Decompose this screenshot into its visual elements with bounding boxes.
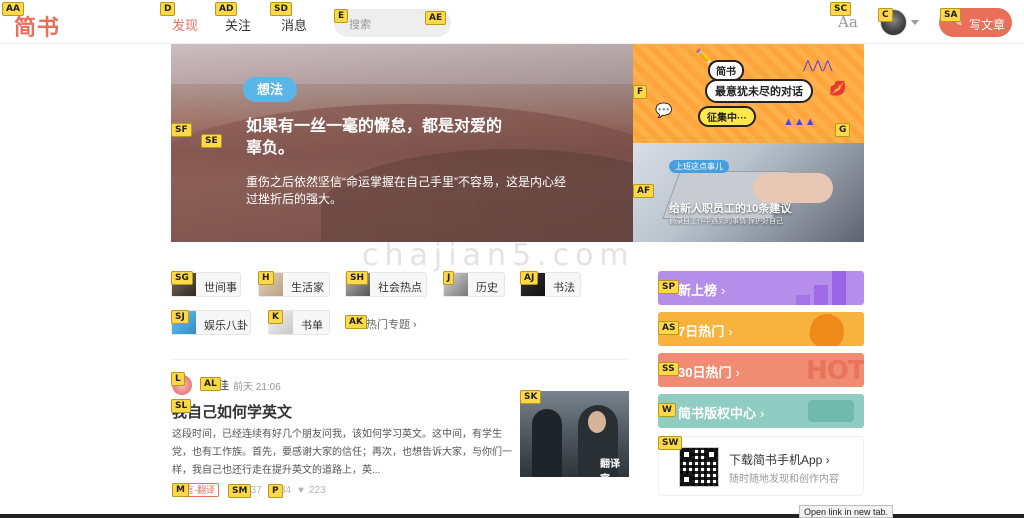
write-article-label: 写文章 (969, 18, 1006, 32)
topic-label: 生活家 (291, 282, 324, 294)
top-navbar: 简书 发现 关注 消息 搜索 Aa ✎ 写文章 (0, 0, 1024, 44)
hint-badge: AJ (520, 271, 539, 285)
hand-image (753, 173, 833, 203)
topic-label: 书法 (553, 282, 575, 294)
divider (171, 359, 628, 360)
hint-badge: AS (658, 321, 680, 335)
topic-label: 世间事 (204, 282, 237, 294)
hint-badge: L (171, 372, 185, 386)
hint-badge: SG (171, 271, 193, 285)
banner-tag: 上班这点事儿 (669, 160, 729, 173)
lips-icon: 💋 (829, 80, 847, 96)
hint-badge: SS (658, 362, 679, 376)
hint-badge: AL (200, 377, 221, 391)
ranking-label: 7日热门 › (678, 324, 733, 339)
ranking-30day[interactable]: HOT 30日热门 › (658, 353, 864, 387)
like-count: 223 (309, 485, 326, 496)
hint-badge: J (443, 271, 455, 285)
topic-label: 社会热点 (378, 282, 422, 294)
hint-badge: M (172, 483, 189, 497)
hint-badge: SL (171, 399, 192, 413)
hint-badge: SF (171, 123, 192, 137)
hint-badge: SA (940, 8, 962, 22)
zigzag-icon: ⋀⋀⋀ (803, 58, 833, 72)
banner-tag: 想法 (243, 77, 297, 102)
site-watermark: chajian5.com (362, 238, 635, 273)
ranking-new[interactable]: 新上榜 › (658, 271, 864, 305)
banner-status: 征集中··· (698, 106, 756, 127)
hint-badge: D (160, 2, 176, 16)
hint-badge: H (258, 271, 274, 285)
hint-badge: AF (633, 184, 655, 198)
ranking-7day[interactable]: 7日热门 › (658, 312, 864, 346)
article-excerpt: 这段时间，已经连续有好几个朋友问我，该如何学习英文。这中间，有学生党，也有工作族… (172, 429, 512, 476)
banner-main[interactable]: 想法 如果有一丝一毫的懈怠，都是对爱的辜负。 重伤之后依然坚信“命运掌握在自己手… (171, 44, 633, 242)
search-input[interactable]: 搜索 (349, 16, 371, 32)
post-time: 前天 21:06 (233, 382, 281, 393)
ranking-label: 简书版权中心 › (678, 406, 765, 421)
hint-badge: SD (270, 2, 292, 16)
hint-badge: W (658, 403, 676, 417)
hot-icon: HOT (806, 356, 864, 386)
hint-badge: K (268, 310, 283, 324)
copyright-center[interactable]: 简书版权中心 › (658, 394, 864, 428)
more-topics-link[interactable]: 热门专题 › (366, 316, 417, 332)
flame-icon (807, 312, 847, 346)
ranking-label: 新上榜 › (678, 283, 726, 298)
hint-badge: SM (228, 484, 252, 498)
thumbnail-caption: 翻译官 (600, 459, 620, 477)
app-download-subtitle: 随时随地发现和创作内容 (729, 474, 839, 485)
hint-badge: SH (346, 271, 369, 285)
hint-badge: AA (2, 2, 24, 16)
hint-badge: SE (201, 134, 222, 148)
chevron-down-icon[interactable] (911, 20, 919, 25)
hint-badge: C (878, 8, 893, 22)
topic-label: 书单 (301, 320, 323, 332)
nav-messages[interactable]: 消息 (281, 15, 307, 34)
hint-badge: F (633, 85, 648, 99)
banner-subtitle: 重伤之后依然坚信“命运掌握在自己手里”不容易，这是内心经过挫折后的强大。 (246, 175, 566, 206)
chat-icon: 💬 (655, 102, 673, 118)
topic-label: 娱乐八卦 (204, 320, 248, 332)
person-face (588, 411, 606, 433)
banner-title: 给新人职员工的10条建议 (669, 203, 792, 215)
hint-badge: SC (830, 2, 852, 16)
hint-badge: SK (520, 390, 542, 404)
banner-subtitle: 摘录自工作中遇到的事情 保护好自己 (669, 218, 783, 225)
banner-headline: 最意犹未尽的对话 (705, 79, 813, 103)
app-download-card[interactable]: 下载简书手机App › 随时随地发现和创作内容 (658, 436, 864, 496)
hint-badge: AK (345, 315, 367, 329)
banner-work-tips[interactable]: 上班这点事儿 给新人职员工的10条建议 摘录自工作中遇到的事情 保护好自己 (633, 143, 864, 242)
typewriter-icon (808, 400, 854, 422)
qr-code-icon (679, 447, 719, 487)
banner-title: 如果有一丝一毫的懈怠，都是对爱的辜负。 (246, 118, 503, 157)
hint-badge: SW (658, 436, 683, 450)
banner-dialogue-event[interactable]: ✏️ 💋 💬 ⋀⋀⋀ ▲▲▲ 简书 最意犹未尽的对话 征集中··· (633, 44, 864, 143)
topic-label: 历史 (476, 282, 498, 294)
nav-follow[interactable]: 关注 (225, 15, 251, 34)
browser-status-bar: Open link in new tab. (799, 505, 894, 518)
hint-badge: G (835, 123, 851, 137)
banner-badge: 简书 (708, 60, 744, 81)
nav-discover[interactable]: 发现 (172, 15, 198, 34)
hint-badge: E (334, 9, 349, 23)
triangle-icon: ▲▲▲ (783, 116, 816, 128)
hint-badge: AD (215, 2, 238, 16)
hint-badge: P (268, 484, 283, 498)
hint-badge: AE (425, 11, 447, 25)
hint-badge: SP (658, 280, 680, 294)
person-silhouette (532, 409, 562, 477)
app-download-title: 下载简书手机App › (729, 453, 830, 467)
ranking-label: 30日热门 › (678, 365, 740, 380)
hint-badge: SJ (171, 310, 189, 324)
like-icon: ♥ (298, 485, 304, 496)
